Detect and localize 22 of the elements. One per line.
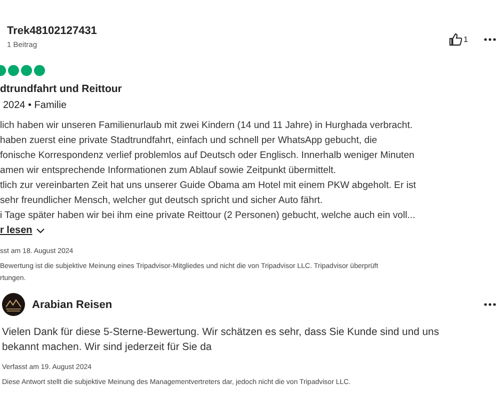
response-text: Vielen Dank für diese 5-Sterne-Bewertung. Wir schätzen es sehr, dass Sie Kunde sind und uns bekannt machen. Wir sind jederzeit für Sie da [1, 326, 440, 355]
rating-bubble [21, 65, 32, 76]
rating-bubble [8, 65, 19, 76]
review-text: i Tage später haben wir bei ihm eine private Reittour (2 Personen) gebucht, welche auch ein voll... [0, 209, 416, 223]
helpful-count: 1 [464, 35, 468, 44]
review-text: amen wir entsprechende Informationen zum Ablauf sowie Zeitpunkt übermittelt. [0, 164, 336, 178]
author-name[interactable]: Trek48102127431 [7, 24, 97, 38]
company-logo-icon [2, 293, 25, 316]
more-icon[interactable] [484, 38, 496, 41]
review-text: haben zuerst eine private Stadtrundfahrt, einfach und schnell per WhatsApp gebucht, die [0, 134, 378, 148]
review-text: sehr freundlicher Mensch, welcher gut deutsch spricht und sicher Auto fährt. [0, 194, 323, 208]
read-more-link[interactable]: r lesen [0, 224, 32, 238]
rating-bubble [34, 65, 45, 76]
more-icon[interactable] [484, 303, 496, 306]
review-text: lich haben wir unseren Familienurlaub mit zwei Kindern (14 und 11 Jahre) in Hurghada verbracht. [0, 119, 413, 133]
thumbs-up-icon[interactable] [448, 33, 462, 46]
trip-info: 2024 • Familie [2, 99, 68, 113]
responder-name: Arabian Reisen [32, 298, 112, 310]
review-text: tlich zur vereinbarten Zeit hat uns unserer Guide Obama am Hotel mit einem PKW abgeholt. Er ist [0, 179, 416, 193]
review-text: fonische Korrespondenz verlief problemlos auf Deutsch oder Englisch. Innerhalb weniger Minuten [0, 149, 414, 163]
chevron-down-icon[interactable] [36, 228, 46, 234]
review-title[interactable]: dtrundfahrt und Reittour [0, 82, 496, 96]
